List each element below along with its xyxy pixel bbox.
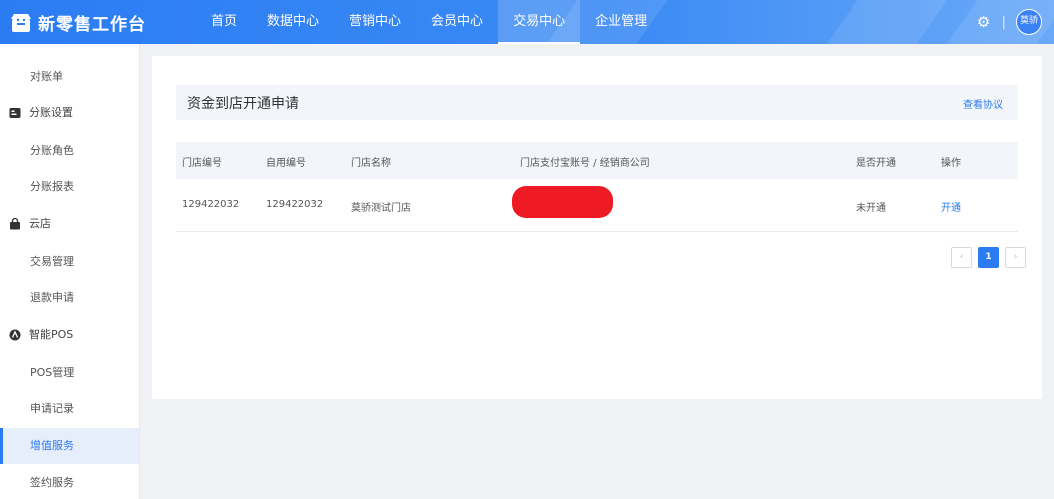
sidebar-item-label: 智能POS	[29, 328, 74, 341]
col-action: 操作	[941, 158, 961, 169]
main-nav: 首页 数据中心 营销中心 会员中心 交易中心 企业管理	[196, 0, 662, 44]
sidebar-item-value-added-services[interactable]: 增值服务	[0, 428, 139, 464]
section-header: 资金到店开通申请 查看协议	[176, 85, 1018, 120]
sidebar-item-cutoff[interactable]: ·	[0, 44, 139, 48]
app-title: 新零售工作台	[38, 15, 146, 35]
nav-trade-center[interactable]: 交易中心	[498, 0, 581, 44]
app-logo[interactable]: 新零售工作台	[10, 10, 146, 35]
main-panel: 资金到店开通申请 查看协议 门店编号 自用编号 门店名称 门店支付宝账号 / 经…	[152, 56, 1042, 399]
nav-home[interactable]: 首页	[196, 0, 252, 44]
divider: |	[1001, 14, 1006, 30]
sidebar-item-application-records[interactable]: 申请记录	[0, 391, 139, 427]
nav-marketing-center[interactable]: 营销中心	[334, 0, 416, 44]
cell-opened-status: 未开通	[856, 203, 886, 214]
pos-icon	[9, 329, 21, 341]
bag-icon	[10, 218, 20, 230]
next-page-button[interactable]: ›	[1005, 247, 1026, 268]
nav-enterprise-management[interactable]: 企业管理	[580, 0, 662, 44]
page-title: 资金到店开通申请	[187, 96, 299, 112]
sidebar-item-label: 云店	[29, 217, 51, 230]
store-icon	[11, 13, 31, 32]
user-area: ⚙ | 莫骄	[976, 9, 1042, 35]
applications-table: 门店编号 自用编号 门店名称 门店支付宝账号 / 经销商公司 是否开通 操作 1…	[176, 142, 1018, 232]
cell-store-name: 莫骄测试门店	[351, 203, 411, 214]
sidebar-item-refund-requests[interactable]: 退款申请	[0, 280, 139, 316]
table-row: 129422032 129422032 莫骄测试门店 未开通 开通	[176, 179, 1018, 232]
col-opened: 是否开通	[856, 158, 896, 169]
col-store-name: 门店名称	[351, 158, 391, 169]
sidebar-item-split-reports[interactable]: 分账报表	[0, 169, 139, 205]
sidebar-item-split-roles[interactable]: 分账角色	[0, 133, 139, 169]
sidebar-group-split-settings[interactable]: 分账设置	[0, 95, 139, 131]
gear-icon[interactable]: ⚙	[976, 14, 992, 30]
sidebar-item-pos-management[interactable]: POS管理	[0, 355, 139, 391]
cell-own-no: 129422032	[266, 199, 324, 210]
prev-page-button[interactable]: ‹	[951, 247, 972, 268]
cell-store-no: 129422032	[182, 199, 240, 210]
sidebar: · 对账单 分账设置 分账角色 分账报表 云店 交易管理 退款申请 智能POS …	[0, 44, 140, 499]
sidebar-group-smart-pos[interactable]: 智能POS	[0, 317, 139, 353]
nav-data-center[interactable]: 数据中心	[252, 0, 334, 44]
col-account: 门店支付宝账号 / 经销商公司	[520, 158, 650, 169]
avatar[interactable]: 莫骄	[1016, 9, 1042, 35]
redacted-account	[512, 186, 613, 218]
decor-stripe	[808, 0, 962, 44]
table-header: 门店编号 自用编号 门店名称 门店支付宝账号 / 经销商公司 是否开通 操作	[176, 142, 1018, 179]
ledger-icon	[9, 108, 21, 118]
sidebar-item-label: 分账设置	[29, 106, 73, 119]
sidebar-item-trade-management[interactable]: 交易管理	[0, 244, 139, 280]
view-agreement-link[interactable]: 查看协议	[963, 96, 1003, 111]
sidebar-item-statement[interactable]: 对账单	[0, 59, 139, 95]
pagination: ‹ 1 ›	[945, 247, 1026, 268]
page-1-button[interactable]: 1	[978, 247, 999, 268]
col-store-no: 门店编号	[182, 158, 222, 169]
chevron-right-icon: ›	[1013, 252, 1018, 262]
nav-member-center[interactable]: 会员中心	[416, 0, 498, 44]
open-action-link[interactable]: 开通	[941, 199, 961, 214]
chevron-left-icon: ‹	[959, 252, 964, 262]
col-own-no: 自用编号	[266, 158, 306, 169]
top-bar: 新零售工作台 首页 数据中心 营销中心 会员中心 交易中心 企业管理 ⚙ | 莫…	[0, 0, 1054, 44]
sidebar-group-cloud-store[interactable]: 云店	[0, 206, 139, 242]
sidebar-item-contract-services[interactable]: 签约服务	[0, 465, 139, 499]
